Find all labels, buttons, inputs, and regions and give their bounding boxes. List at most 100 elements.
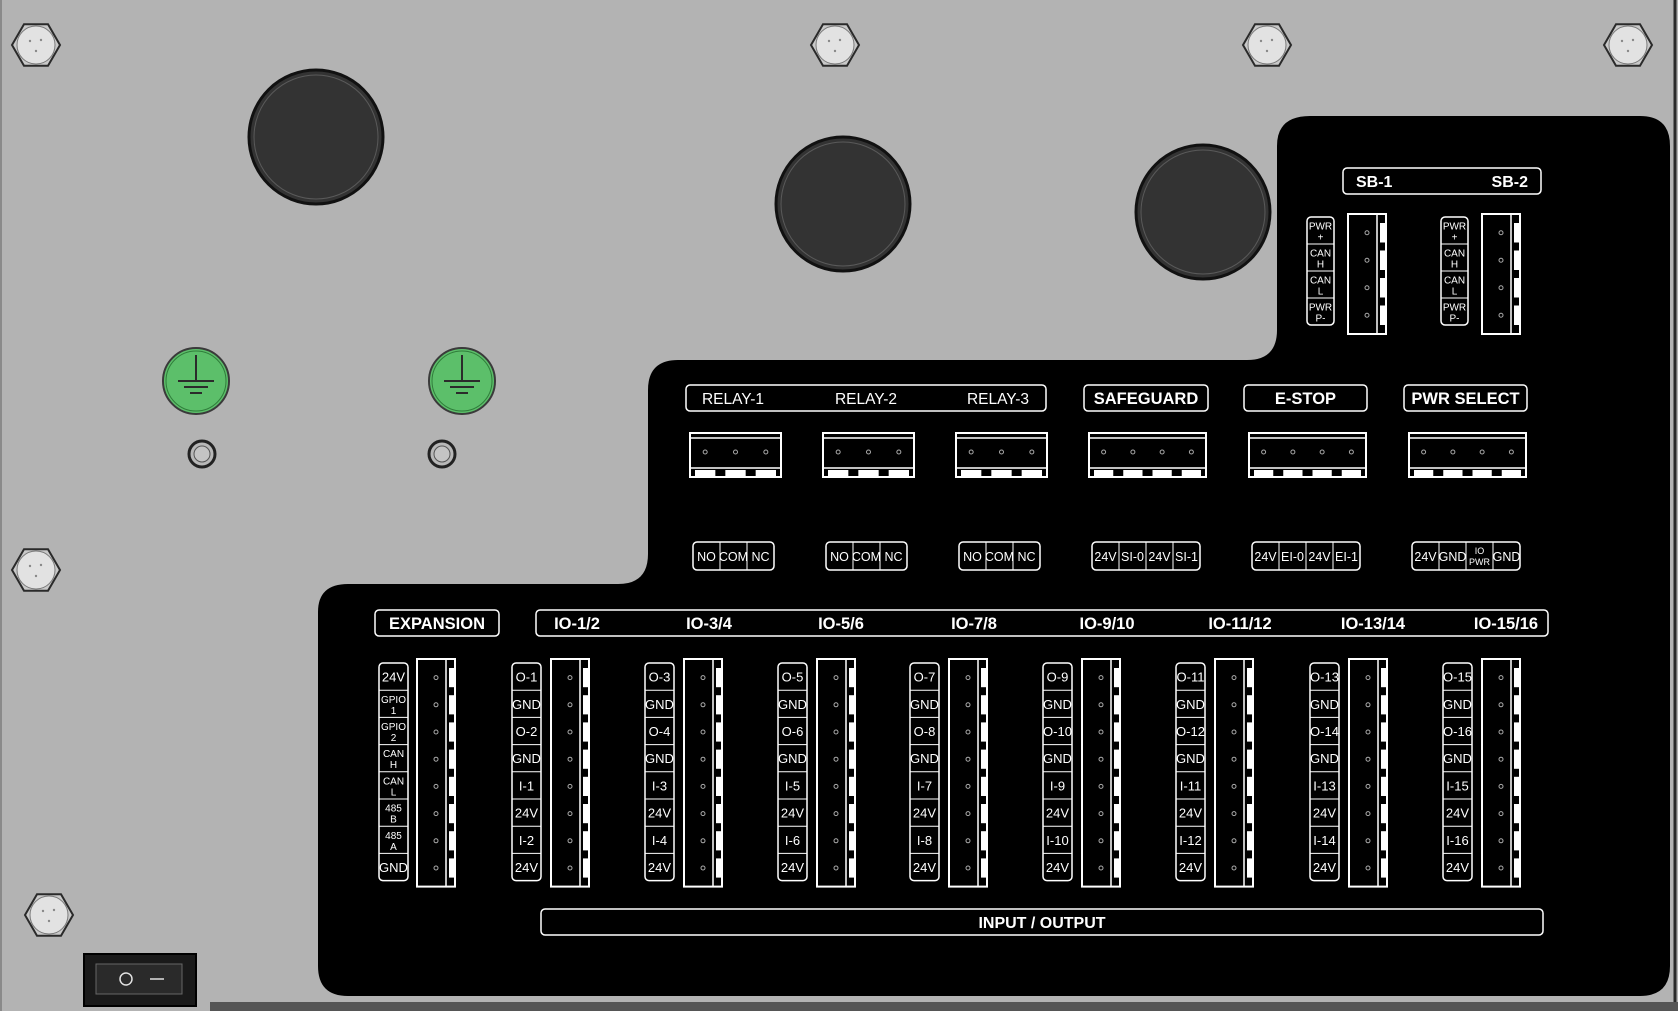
knob[interactable] [247,68,385,206]
terminal-block[interactable] [1481,658,1521,888]
terminal-block[interactable] [683,658,723,888]
pin-label: O-16 [1443,724,1472,739]
pin-label: CAN [1444,276,1465,287]
pin-label: COM [985,550,1014,564]
terminal-block[interactable] [822,432,915,478]
pin-label: 24V [1046,860,1069,875]
pin-label: NC [884,550,902,564]
knobs [247,68,1272,281]
pin-label: GND [1493,550,1521,564]
pin-label: O-7 [914,670,936,685]
terminal-block[interactable] [1408,432,1527,478]
pin-label: 24V [1308,550,1331,564]
pin-label: L [1452,287,1458,298]
terminal-block[interactable] [955,432,1048,478]
pin-label: I-5 [785,778,800,793]
pin-label: GND [1043,751,1072,766]
terminal-block[interactable] [816,658,856,888]
pin-label: 24V [1414,550,1437,564]
pin-label: 24V [1148,550,1171,564]
relay-label: RELAY-1 [702,391,764,408]
pin-label: O-4 [649,724,671,739]
terminal-block[interactable] [1088,432,1207,478]
pin-label: GND [1439,550,1467,564]
pin-label: GND [512,751,541,766]
pin-label: NO [697,550,716,564]
hex-screw-icon [10,23,62,67]
safeguard-label: SAFEGUARD [1094,390,1199,408]
pin-label: 1 [391,706,397,717]
input-output-label: INPUT / OUTPUT [978,915,1105,932]
io-group-label: IO-9/10 [1079,615,1134,633]
pin-label: PWR [1443,303,1466,314]
pin-label: I-2 [519,833,534,848]
panel-bottom-ledge [210,1002,1678,1011]
pin-label: 24V [781,860,804,875]
pin-label: CAN [383,776,404,787]
pin-label: SI-0 [1121,550,1144,564]
pin-label: 24V [1254,550,1277,564]
pin-label: B [390,815,397,826]
pin-label: GND [645,751,674,766]
pin-label: O-9 [1047,670,1069,685]
pin-label: GND [1443,697,1472,712]
io-group-label: IO-11/12 [1208,615,1271,633]
terminal-block[interactable] [1081,658,1121,888]
pin-label: 24V [1094,550,1117,564]
pin-label: 24V [1446,806,1469,821]
pin-label: 24V [1046,806,1069,821]
pin-label: O-12 [1176,724,1205,739]
io-group-label: IO-3/4 [686,615,733,633]
pin-label: O-5 [782,670,804,685]
pin-label: 24V [1179,860,1202,875]
pin-label: GND [1310,751,1339,766]
pwr-select-label: PWR SELECT [1411,390,1519,408]
pin-label: NC [751,550,769,564]
sb1-label: SB-1 [1356,174,1393,191]
knob[interactable] [774,135,912,273]
terminal-block[interactable] [550,658,590,888]
hex-screw-icon [10,548,62,592]
pin-label: 24V [515,860,538,875]
pin-label: I-14 [1313,833,1335,848]
pin-label: IO [1475,546,1485,556]
terminal-block[interactable] [1481,213,1521,335]
terminal-block[interactable] [689,432,782,478]
ground-terminals [162,347,496,469]
pin-label: L [391,787,397,798]
pin-label: O-10 [1043,724,1072,739]
terminal-block[interactable] [1214,658,1254,888]
pin-label: I-6 [785,833,800,848]
pin-label: O-11 [1177,670,1205,685]
pin-label: H [1451,260,1458,271]
pin-label: H [1317,260,1324,271]
pin-label: P- [1316,314,1326,325]
knob[interactable] [1134,143,1272,281]
pin-label: I-4 [652,833,667,848]
pin-label: O-2 [516,724,538,739]
terminal-block[interactable] [948,658,988,888]
io-group-label: IO-5/6 [818,615,864,633]
pin-label: L [1318,287,1324,298]
io-group-label: IO-1/2 [554,615,600,633]
pin-label: GPIO [381,695,406,706]
pin-label: 24V [1179,806,1202,821]
pin-label: SI-1 [1175,550,1198,564]
pin-label: + [1452,233,1458,244]
pin-label: NO [963,550,982,564]
pin-label: PWR [1309,303,1332,314]
terminal-block[interactable] [1248,432,1367,478]
terminal-block[interactable] [416,658,456,888]
pin-label: P- [1450,314,1460,325]
pin-label: GND [1176,697,1205,712]
terminal-block[interactable] [1347,213,1387,335]
pin-label: 24V [781,806,804,821]
pin-label: GND [1043,697,1072,712]
pin-label: GND [512,697,541,712]
pin-label: O-6 [782,724,804,739]
power-switch[interactable] [83,953,197,1007]
pin-label: I-13 [1313,778,1335,793]
pin-label: 24V [648,806,671,821]
pin-label: CAN [1310,249,1331,260]
terminal-block[interactable] [1348,658,1388,888]
